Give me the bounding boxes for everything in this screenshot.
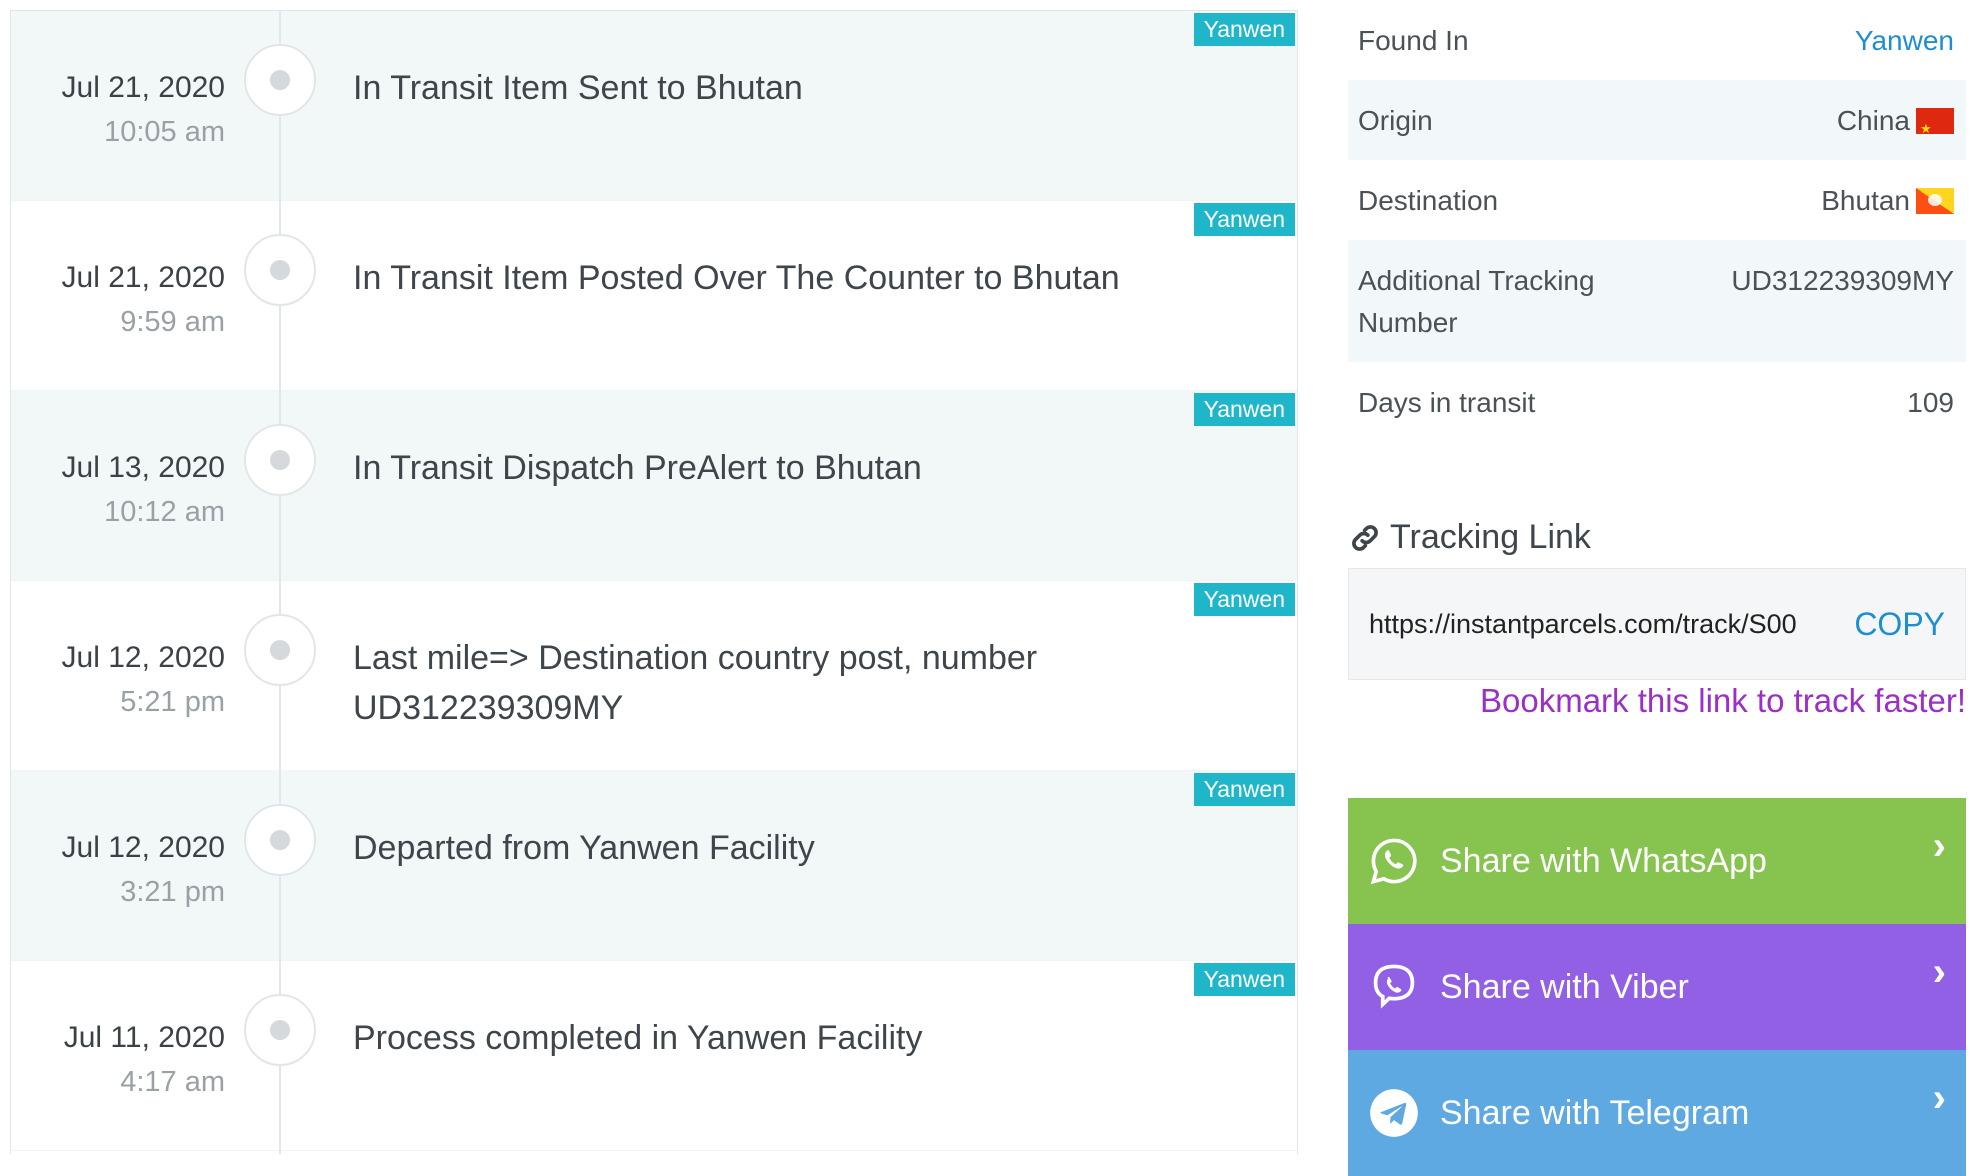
telegram-icon: [1370, 1089, 1418, 1137]
detail-label: Destination: [1358, 185, 1499, 216]
detail-row-found-in: Found In Yanwen: [1348, 0, 1966, 80]
carrier-badge: Yanwen: [1193, 13, 1295, 46]
tracking-link-box: https://instantparcels.com/track/S00 COP…: [1348, 568, 1966, 680]
event-date: Jul 21, 2020: [61, 71, 225, 104]
bhutan-flag-icon: [1916, 188, 1954, 214]
days-in-transit-value: 109: [1907, 387, 1954, 418]
detail-value: China: [1836, 100, 1954, 150]
carrier-badge: Yanwen: [1193, 203, 1295, 236]
carrier-link[interactable]: Yanwen: [1855, 20, 1954, 62]
event-date: Jul 11, 2020: [63, 1021, 225, 1054]
timeline-event: Jul 11, 2020 4:17 am Process completed i…: [11, 961, 1297, 1151]
event-time: 10:05 am: [104, 116, 225, 148]
event-time: 5:21 pm: [120, 686, 225, 718]
event-description: Last mile=> Destination country post, nu…: [353, 639, 1038, 727]
share-whatsapp-label: Share with WhatsApp: [1440, 841, 1767, 880]
share-whatsapp-button[interactable]: Share with WhatsApp ›: [1348, 798, 1966, 924]
timeline-dot-icon: [244, 44, 316, 116]
tracking-link-title: Tracking Link: [1390, 518, 1591, 556]
detail-row-destination: Destination Bhutan: [1348, 160, 1966, 240]
event-time: 9:59 am: [120, 306, 225, 338]
additional-tracking-value: UD312239309MY: [1731, 265, 1954, 296]
carrier-badge: Yanwen: [1193, 963, 1295, 996]
timeline-dot-icon: [244, 424, 316, 496]
timeline-event: Jul 12, 2020 3:21 pm Departed from Yanwe…: [11, 771, 1297, 961]
timeline-event: Jul 21, 2020 10:05 am In Transit Item Se…: [11, 11, 1297, 201]
timeline-dot-icon: [244, 614, 316, 686]
whatsapp-icon: [1370, 838, 1417, 885]
bookmark-note: Bookmark this link to track faster!: [1480, 682, 1966, 719]
share-telegram-label: Share with Telegram: [1440, 1093, 1750, 1132]
event-date: Jul 13, 2020: [61, 451, 225, 484]
origin-value: China: [1836, 105, 1910, 136]
carrier-badge: Yanwen: [1193, 583, 1295, 616]
detail-label: Additional Tracking Number: [1358, 265, 1595, 338]
copy-button[interactable]: COPY: [1842, 606, 1945, 643]
share-telegram-button[interactable]: Share with Telegram ›: [1348, 1050, 1966, 1176]
timeline-dot-icon: [244, 994, 316, 1066]
detail-row-origin: Origin China: [1348, 80, 1966, 160]
share-viber-button[interactable]: Share with Viber ›: [1348, 924, 1966, 1050]
event-description: In Transit Item Sent to Bhutan: [353, 69, 803, 107]
detail-label: Found In: [1358, 25, 1469, 56]
event-date: Jul 12, 2020: [61, 831, 225, 864]
detail-row-days-in-transit: Days in transit 109: [1348, 362, 1966, 442]
carrier-badge: Yanwen: [1193, 773, 1295, 806]
timeline-event: Jul 12, 2020 5:21 pm Last mile=> Destina…: [11, 581, 1297, 771]
chevron-right-icon: ›: [1932, 950, 1946, 994]
detail-value: Bhutan: [1821, 180, 1954, 222]
timeline-dot-icon: [244, 234, 316, 306]
event-date: Jul 12, 2020: [61, 641, 225, 674]
share-viber-label: Share with Viber: [1440, 967, 1689, 1006]
event-date: Jul 21, 2020: [61, 261, 225, 294]
detail-label: Days in transit: [1358, 387, 1536, 418]
timeline-event: Jul 13, 2020 10:12 am In Transit Dispatc…: [11, 391, 1297, 581]
viber-icon: [1373, 964, 1415, 1009]
chevron-right-icon: ›: [1932, 1076, 1946, 1120]
event-description: In Transit Dispatch PreAlert to Bhutan: [353, 449, 922, 487]
timeline-event: Jul 21, 2020 9:59 am In Transit Item Pos…: [11, 201, 1297, 391]
detail-label: Origin: [1358, 105, 1433, 136]
destination-value: Bhutan: [1821, 185, 1910, 216]
link-icon: [1352, 524, 1378, 551]
timeline-dot-icon: [244, 804, 316, 876]
event-time: 4:17 am: [120, 1066, 225, 1098]
event-time: 10:12 am: [104, 496, 225, 528]
event-description: Departed from Yanwen Facility: [353, 829, 815, 867]
event-time: 3:21 pm: [120, 876, 225, 908]
china-flag-icon: [1916, 108, 1954, 150]
shipment-details: Found In Yanwen Origin China Destination…: [1348, 0, 1966, 442]
event-description: In Transit Item Posted Over The Counter …: [353, 259, 1120, 297]
detail-row-additional-tracking: Additional Tracking Number UD312239309MY: [1348, 240, 1966, 362]
event-description: Process completed in Yanwen Facility: [353, 1019, 923, 1057]
carrier-badge: Yanwen: [1193, 393, 1295, 426]
timeline-line: [279, 11, 281, 1154]
tracking-url[interactable]: https://instantparcels.com/track/S00: [1369, 609, 1842, 640]
tracking-timeline: Jul 21, 2020 10:05 am In Transit Item Se…: [10, 10, 1298, 1154]
tracking-link-heading: Tracking Link: [1348, 518, 1591, 557]
chevron-right-icon: ›: [1932, 824, 1946, 868]
